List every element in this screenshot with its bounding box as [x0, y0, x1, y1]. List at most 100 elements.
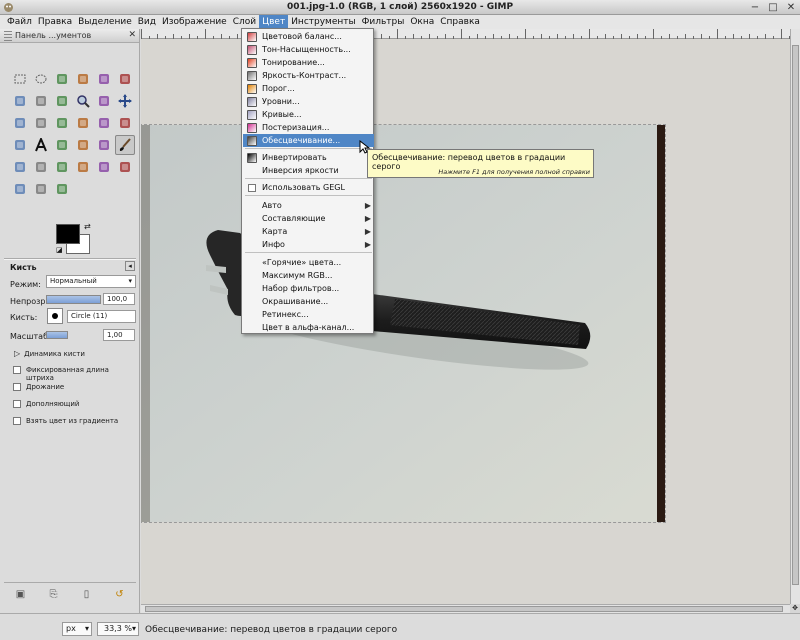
- colors-menu-item[interactable]: Карта ▶: [243, 225, 374, 238]
- colors-menu-item[interactable]: Цветовой баланс...: [243, 30, 374, 43]
- scale-tool-icon[interactable]: [73, 113, 93, 133]
- colors-menu-item[interactable]: Максимум RGB...: [243, 269, 374, 282]
- menu-select[interactable]: Выделение: [75, 15, 135, 29]
- menu-file[interactable]: Файл: [4, 15, 35, 29]
- align-tool-icon[interactable]: [10, 113, 30, 133]
- colors-menu-item[interactable]: Обесцвечивание...: [243, 134, 374, 147]
- scale-slider[interactable]: [46, 331, 68, 339]
- foreground-select-tool-icon[interactable]: [10, 91, 30, 111]
- horizontal-scroll-thumb[interactable]: [145, 606, 783, 612]
- pencil-tool-icon[interactable]: [94, 135, 114, 155]
- colors-menu-item[interactable]: Составляющие ▶: [243, 212, 374, 225]
- jitter-checkbox[interactable]: [13, 383, 21, 391]
- maximize-button[interactable]: □: [767, 1, 779, 13]
- menu-help[interactable]: Справка: [437, 15, 483, 29]
- colors-menu-item[interactable]: Авто ▶: [243, 199, 374, 212]
- colors-menu-item[interactable]: Уровни...: [243, 95, 374, 108]
- navigate-icon[interactable]: ✥: [790, 604, 800, 613]
- close-icon[interactable]: ✕: [128, 30, 136, 40]
- paintbrush-tool-icon[interactable]: [115, 135, 135, 155]
- shear-tool-icon[interactable]: [94, 113, 114, 133]
- perspective-tool-icon[interactable]: [115, 113, 135, 133]
- incremental-checkbox[interactable]: [13, 400, 21, 408]
- menu-image[interactable]: Изображение: [159, 15, 230, 29]
- tool-options-menu-icon[interactable]: ◂: [125, 261, 135, 271]
- colors-menu-item[interactable]: Постеризация...: [243, 121, 374, 134]
- fuzzy-select-tool-icon[interactable]: [73, 69, 93, 89]
- opacity-slider[interactable]: [46, 295, 101, 304]
- zoom-tool-icon[interactable]: [73, 91, 93, 111]
- menu-edit[interactable]: Правка: [35, 15, 75, 29]
- scissors-tool-icon[interactable]: [115, 69, 135, 89]
- rotate-tool-icon[interactable]: [52, 113, 72, 133]
- image-photo[interactable]: [141, 124, 666, 523]
- colors-menu-item[interactable]: Яркость-Контраст...: [243, 69, 374, 82]
- move-tool-icon[interactable]: [115, 91, 135, 111]
- save-options-icon[interactable]: ▣: [14, 588, 28, 602]
- paths-tool-icon[interactable]: [31, 91, 51, 111]
- fixed-stroke-checkbox[interactable]: [13, 366, 21, 374]
- measure-tool-icon[interactable]: [94, 91, 114, 111]
- brush-name-field[interactable]: Circle (11): [67, 310, 136, 323]
- restore-options-icon[interactable]: ⎘: [47, 588, 61, 602]
- colors-menu-item[interactable]: «Горячие» цвета...: [243, 256, 374, 269]
- colors-menu-item[interactable]: Использовать GEGL: [243, 181, 374, 194]
- menu-filters[interactable]: Фильтры: [359, 15, 408, 29]
- ellipse-select-tool-icon[interactable]: [31, 69, 51, 89]
- horizontal-scrollbar[interactable]: [141, 604, 790, 613]
- vertical-scrollbar[interactable]: [790, 29, 800, 604]
- brush-preview[interactable]: [47, 308, 63, 324]
- reset-options-icon[interactable]: ↺: [113, 588, 127, 602]
- opacity-spinner[interactable]: 100,0: [103, 293, 135, 305]
- menu-layer[interactable]: Слой: [230, 15, 259, 29]
- reset-colors-icon[interactable]: ◪: [56, 246, 63, 254]
- menu-view[interactable]: Вид: [135, 15, 159, 29]
- colors-menu-item[interactable]: Инверсия яркости: [243, 164, 374, 177]
- zoom-dropdown[interactable]: 33,3 % ▾: [97, 622, 139, 636]
- menu-colors[interactable]: Цвет: [259, 15, 289, 29]
- perspective-clone-tool-icon[interactable]: [115, 157, 135, 177]
- colors-menu-item[interactable]: Инфо ▶: [243, 238, 374, 251]
- minimize-button[interactable]: −: [749, 1, 761, 13]
- horizontal-ruler[interactable]: [141, 29, 790, 39]
- gradient-color-checkbox[interactable]: [13, 417, 21, 425]
- bucket-fill-tool-icon[interactable]: [52, 135, 72, 155]
- brush-dynamics-expander[interactable]: ▷ Динамика кисти: [14, 349, 85, 358]
- blend-tool-icon[interactable]: [73, 135, 93, 155]
- eraser-tool-icon[interactable]: [10, 157, 30, 177]
- colors-menu-item[interactable]: Инвертировать: [243, 151, 374, 164]
- heal-tool-icon[interactable]: [94, 157, 114, 177]
- grip-icon[interactable]: [4, 30, 12, 41]
- toolbox-header[interactable]: Панель ...ументов ✕: [0, 29, 139, 43]
- delete-options-icon[interactable]: ▯: [80, 588, 94, 602]
- colors-menu-item[interactable]: Набор фильтров...: [243, 282, 374, 295]
- colors-menu-item[interactable]: Порог...: [243, 82, 374, 95]
- smudge-tool-icon[interactable]: [31, 179, 51, 199]
- image-canvas[interactable]: [141, 39, 790, 604]
- close-button[interactable]: ✕: [785, 1, 797, 13]
- clone-tool-icon[interactable]: [73, 157, 93, 177]
- gegl-checkbox[interactable]: [248, 183, 256, 192]
- dodge-burn-tool-icon[interactable]: [52, 179, 72, 199]
- colors-menu-item[interactable]: Ретинекс...: [243, 308, 374, 321]
- scale-spinner[interactable]: 1,00: [103, 329, 135, 341]
- color-picker-tool-icon[interactable]: [52, 91, 72, 111]
- blur-tool-icon[interactable]: [10, 179, 30, 199]
- swap-colors-icon[interactable]: ⇄: [84, 222, 91, 231]
- flip-tool-icon[interactable]: [10, 135, 30, 155]
- unit-dropdown[interactable]: px ▾: [62, 622, 92, 636]
- vertical-scroll-thumb[interactable]: [792, 45, 799, 585]
- colors-menu-item[interactable]: Тонирование...: [243, 56, 374, 69]
- crop-tool-icon[interactable]: [31, 113, 51, 133]
- colors-menu-item[interactable]: Цвет в альфа-канал...: [243, 321, 374, 334]
- free-select-tool-icon[interactable]: [52, 69, 72, 89]
- text-tool-icon[interactable]: [31, 135, 51, 155]
- menu-tools[interactable]: Инструменты: [288, 15, 358, 29]
- colors-menu-item[interactable]: Тон-Насыщенность...: [243, 43, 374, 56]
- foreground-color-swatch[interactable]: [56, 224, 80, 244]
- colors-menu-item[interactable]: Окрашивание...: [243, 295, 374, 308]
- menu-windows[interactable]: Окна: [407, 15, 437, 29]
- mode-dropdown[interactable]: Нормальный ▾: [46, 275, 136, 288]
- colors-menu-item[interactable]: Кривые...: [243, 108, 374, 121]
- ink-tool-icon[interactable]: [52, 157, 72, 177]
